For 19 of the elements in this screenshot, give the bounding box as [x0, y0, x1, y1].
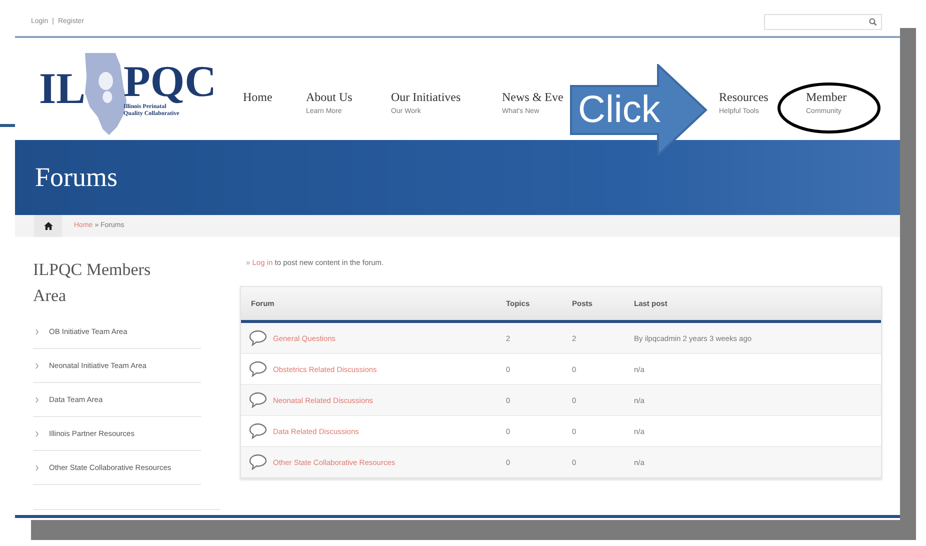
logo-text: IL	[39, 67, 86, 111]
chevron-right-icon	[35, 431, 39, 437]
click-callout: Click	[570, 64, 708, 156]
logo-text: PQC	[123, 60, 216, 104]
speech-bubble-icon	[249, 361, 267, 378]
chevron-right-icon	[35, 397, 39, 403]
speech-bubble-icon	[249, 454, 267, 470]
speech-bubble-icon	[249, 392, 267, 408]
speech-bubble-icon	[249, 330, 267, 346]
search-icon	[869, 18, 877, 26]
home-icon[interactable]	[44, 222, 52, 230]
search-field[interactable]	[764, 14, 882, 30]
nav-item[interactable]: Home	[243, 90, 272, 106]
chevron-right-icon	[35, 329, 39, 335]
chevron-right-icon	[35, 363, 39, 369]
chevron-right-icon	[35, 465, 39, 471]
sidebar-title: ILPQC Members Area	[33, 259, 152, 307]
speech-bubble-icon	[249, 423, 267, 440]
page-title: Forums	[35, 161, 118, 194]
